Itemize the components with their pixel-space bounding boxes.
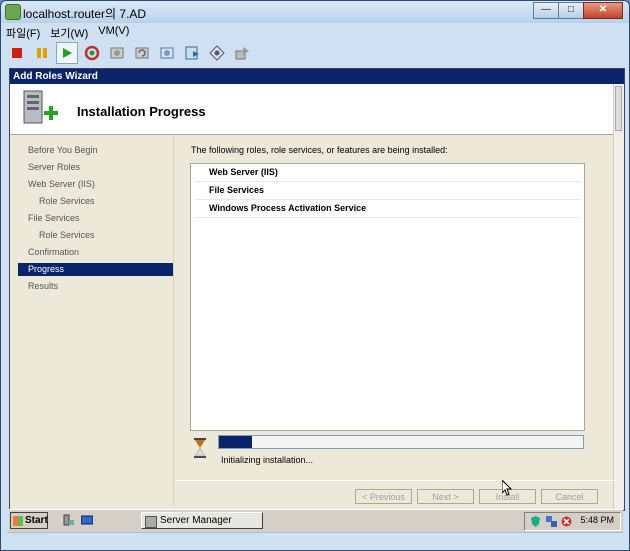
menu-file[interactable]: 파일(F) — [6, 25, 40, 41]
show-desktop-icon[interactable] — [81, 514, 93, 526]
ctrl-alt-del-icon[interactable] — [181, 42, 203, 64]
snapshot-icon[interactable] — [106, 42, 128, 64]
wizard-content: The following roles, role services, or f… — [175, 135, 618, 477]
revert-icon[interactable] — [131, 42, 153, 64]
windows-flag-icon — [13, 516, 23, 526]
manage-snapshots-icon[interactable] — [156, 42, 178, 64]
volume-muted-icon[interactable] — [561, 516, 572, 527]
reset-icon[interactable] — [81, 42, 103, 64]
window-title: localhost.router의 7.AD — [23, 7, 147, 21]
server-manager-quicklaunch-icon[interactable] — [63, 514, 75, 526]
menu-view[interactable]: 보기(W) — [50, 25, 88, 41]
network-icon[interactable] — [546, 516, 557, 527]
nav-item-results[interactable]: Results — [18, 280, 173, 293]
cancel-button[interactable]: Cancel — [541, 489, 598, 504]
list-item: File Services — [195, 182, 580, 200]
mouse-cursor-icon — [502, 480, 513, 496]
app-icon — [5, 4, 21, 20]
wizard-nav: Before You Begin Server Roles Web Server… — [18, 136, 174, 506]
wizard-header: Installation Progress — [10, 84, 614, 135]
toolbar — [6, 42, 256, 64]
menu-bar: 파일(F) 보기(W) VM(V) — [6, 25, 139, 41]
close-button[interactable]: ✕ — [583, 2, 623, 19]
send-keys-icon[interactable] — [231, 42, 253, 64]
page-title: Installation Progress — [77, 104, 206, 119]
server-add-icon — [23, 90, 58, 124]
description-text: The following roles, role services, or f… — [191, 145, 448, 155]
host-window: localhost.router의 7.AD — □ ✕ 파일(F) 보기(W)… — [0, 0, 630, 551]
scroll-thumb[interactable] — [615, 86, 622, 131]
taskbar: Start Server Manager 5:48 PM — [9, 509, 623, 532]
pause-icon[interactable] — [31, 42, 53, 64]
nav-item-confirmation[interactable]: Confirmation — [18, 246, 173, 259]
progress-fill — [219, 436, 252, 448]
nav-item-progress[interactable]: Progress — [18, 263, 173, 276]
start-label: Start — [25, 515, 48, 526]
title-bar: localhost.router의 7.AD — □ ✕ — [1, 1, 629, 23]
minimize-button[interactable]: — — [533, 2, 559, 19]
next-button[interactable]: Next > — [417, 489, 474, 504]
system-tray: 5:48 PM — [524, 512, 621, 531]
install-list[interactable]: Web Server (IIS) File Services Windows P… — [190, 163, 585, 431]
play-icon[interactable] — [56, 42, 78, 64]
menu-vm[interactable]: VM(V) — [98, 25, 129, 41]
wizard-window: Add Roles Wizard Installation Progress B… — [9, 68, 625, 511]
host-status-bar — [7, 532, 623, 549]
hourglass-icon — [194, 438, 206, 458]
wizard-buttons: < Previous Next > Install Cancel — [175, 480, 618, 511]
server-manager-icon — [145, 516, 157, 528]
wizard-title: Add Roles Wizard — [10, 69, 624, 84]
start-button[interactable]: Start — [10, 512, 48, 529]
progress-bar — [218, 435, 584, 449]
nav-item-role-services-file[interactable]: Role Services — [18, 229, 173, 242]
list-item: Web Server (IIS) — [195, 164, 580, 182]
nav-item-role-services-iis[interactable]: Role Services — [18, 195, 173, 208]
nav-item-file-services[interactable]: File Services — [18, 212, 173, 225]
settings-icon[interactable] — [206, 42, 228, 64]
maximize-button[interactable]: □ — [558, 2, 584, 19]
taskbar-item-server-manager[interactable]: Server Manager — [141, 512, 263, 529]
status-text: Initializing installation... — [221, 455, 314, 465]
nav-item-before-you-begin[interactable]: Before You Begin — [18, 144, 173, 157]
nav-item-web-server[interactable]: Web Server (IIS) — [18, 178, 173, 191]
clock: 5:48 PM — [580, 515, 614, 525]
previous-button[interactable]: < Previous — [355, 489, 412, 504]
task-label: Server Manager — [160, 515, 232, 526]
list-item: Windows Process Activation Service — [195, 200, 580, 218]
nav-item-server-roles[interactable]: Server Roles — [18, 161, 173, 174]
security-shield-icon[interactable] — [530, 516, 541, 527]
stop-icon[interactable] — [6, 42, 28, 64]
